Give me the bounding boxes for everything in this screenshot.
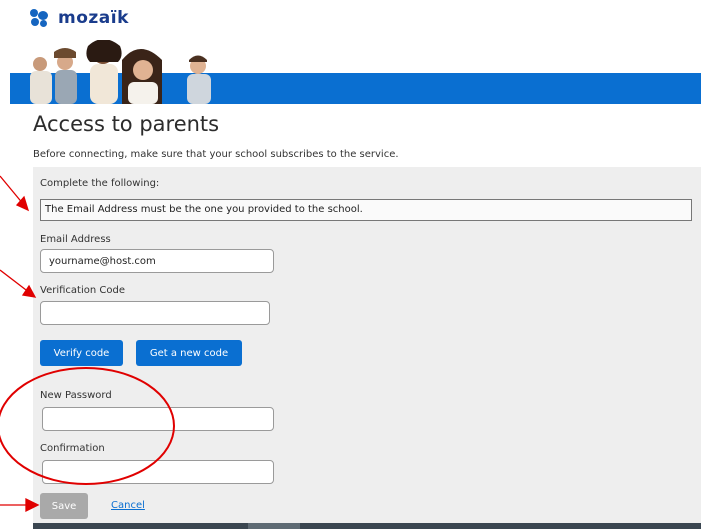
intro-text: Before connecting, make sure that your s… — [33, 149, 399, 160]
save-button[interactable]: Save — [40, 493, 88, 519]
banner-people-image — [30, 40, 211, 104]
new-password-label: New Password — [40, 390, 112, 401]
logo-text: mozaïk — [58, 8, 129, 28]
verification-code-input[interactable] — [40, 301, 270, 325]
confirmation-label: Confirmation — [40, 443, 105, 454]
verification-code-label: Verification Code — [40, 285, 125, 296]
form-heading: Complete the following: — [40, 178, 160, 189]
mozaik-logo: mozaïk — [30, 8, 129, 28]
verify-code-button[interactable]: Verify code — [40, 340, 123, 366]
email-label: Email Address — [40, 234, 111, 245]
email-notice: The Email Address must be the one you pr… — [40, 199, 692, 221]
footer-bar — [33, 523, 701, 529]
new-password-input[interactable] — [42, 407, 274, 431]
confirmation-input[interactable] — [42, 460, 274, 484]
annotation-arrowhead-notice — [15, 195, 30, 212]
get-new-code-button[interactable]: Get a new code — [136, 340, 242, 366]
logo-mark-icon — [30, 9, 52, 27]
cancel-link[interactable]: Cancel — [111, 500, 145, 511]
form-panel: Complete the following: The Email Addres… — [33, 167, 701, 529]
header-banner — [10, 40, 701, 104]
annotation-arrow-verification — [0, 269, 31, 294]
annotation-arrow-notice — [0, 175, 25, 206]
email-input[interactable] — [40, 249, 274, 273]
footer-bar-segment — [248, 523, 300, 529]
page-title: Access to parents — [33, 112, 220, 136]
